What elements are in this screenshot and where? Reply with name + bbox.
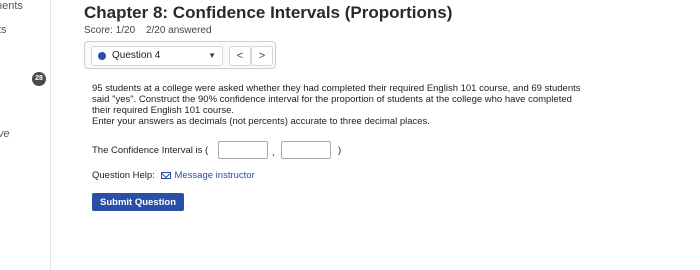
question-body: 95 students at a college were asked whet… [92,83,581,116]
score-line: Score: 1/20 2/20 answered [84,25,212,36]
help-label: Question Help: [92,170,155,181]
mail-icon [161,172,172,179]
answered-count: 2/20 answered [145,25,212,36]
submit-question-button[interactable]: Submit Question [92,193,184,211]
next-question-button[interactable]: > [251,46,273,66]
sidebar: nents ts ve [0,0,51,270]
ci-label: The Confidence Interval is ( [92,145,209,156]
question-text: 95 students at a college were asked whet… [92,83,582,127]
question-help: Question Help: Message instructor [92,170,255,181]
sidebar-item[interactable]: ve [0,128,10,140]
question-number-badge: 28 [32,72,46,86]
message-instructor-label: Message instructor [174,170,255,181]
upper-bound-input[interactable] [281,141,331,159]
ci-comma: , [272,147,275,158]
previous-question-button[interactable]: < [229,46,251,66]
message-instructor-link[interactable]: Message instructor [161,170,255,181]
question-nav-bar: Question 4 ▼ < > [84,41,276,69]
status-dot-icon [98,52,106,60]
lower-bound-input[interactable] [218,141,268,159]
dropdown-caret-icon: ▼ [208,51,216,60]
sidebar-item[interactable]: ts [0,24,7,36]
page-title: Chapter 8: Confidence Intervals (Proport… [84,3,453,22]
score-text: Score: 1/20 [84,25,136,36]
question-select-label: Question 4 [112,50,161,61]
sidebar-item[interactable]: nents [0,0,23,12]
ci-close-paren: ) [338,145,342,156]
question-select[interactable]: Question 4 ▼ [91,46,223,66]
question-instruction: Enter your answers as decimals (not perc… [92,116,430,127]
